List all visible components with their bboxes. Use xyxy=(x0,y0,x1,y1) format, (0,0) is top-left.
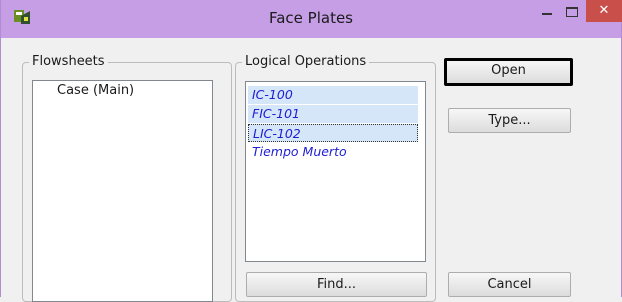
flowsheet-item-case-main[interactable]: Case (Main) xyxy=(57,83,134,98)
minimize-button[interactable] xyxy=(534,0,560,22)
flowsheets-list[interactable]: Case (Main) xyxy=(32,80,213,302)
list-item[interactable]: Tiempo Muerto xyxy=(248,143,418,161)
open-button[interactable]: Open xyxy=(444,58,573,86)
title-bar[interactable]: Face Plates ✕ xyxy=(1,0,622,38)
maximize-button[interactable] xyxy=(562,0,584,22)
type-button[interactable]: Type... xyxy=(448,108,571,133)
face-plates-window: Face Plates ✕ Flowsheets Case (Main) Log… xyxy=(0,0,622,302)
list-item[interactable]: IC-100 xyxy=(248,86,418,104)
logical-operations-label: Logical Operations xyxy=(242,54,370,70)
find-button[interactable]: Find... xyxy=(246,272,427,297)
flowsheets-label: Flowsheets xyxy=(29,54,108,70)
window-title: Face Plates xyxy=(268,9,354,27)
list-item[interactable]: LIC-102 xyxy=(248,124,418,142)
logical-operations-list[interactable]: IC-100 FIC-101 LIC-102 Tiempo Muerto xyxy=(245,81,426,262)
close-button[interactable]: ✕ xyxy=(586,0,622,22)
cancel-button[interactable]: Cancel xyxy=(448,272,571,297)
list-item[interactable]: FIC-101 xyxy=(248,105,418,123)
